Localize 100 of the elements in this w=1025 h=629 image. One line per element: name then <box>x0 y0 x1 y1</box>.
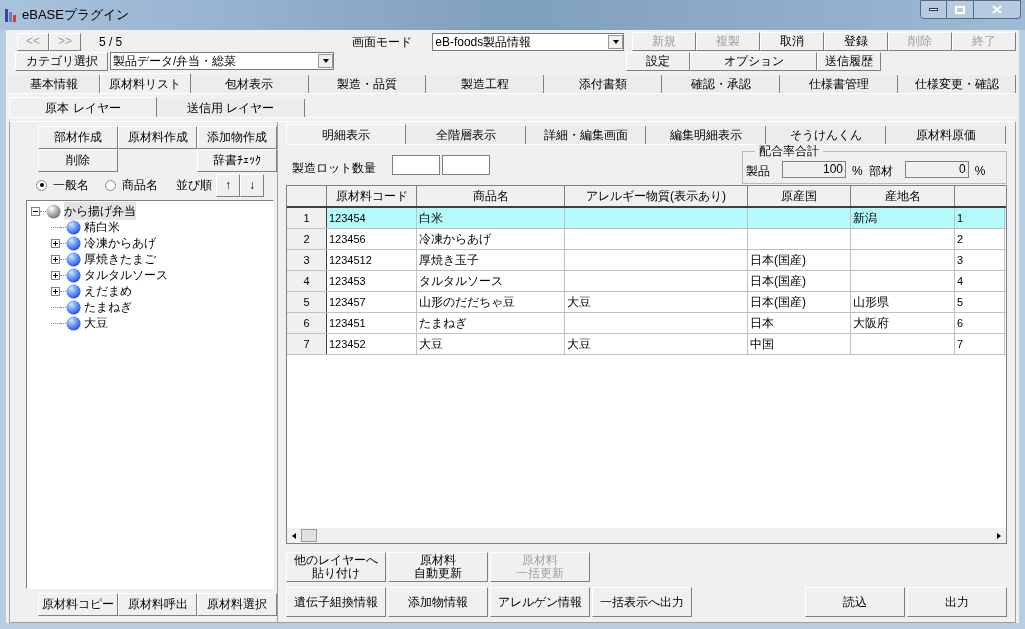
table-row[interactable]: 7 123452 大豆 大豆 中国 7 <box>287 334 1006 355</box>
sphere-icon <box>46 203 61 219</box>
sort-down-button[interactable]: ↓ <box>240 173 264 197</box>
table-cell: 1 <box>955 208 1005 228</box>
button[interactable]: 添加物作成 <box>197 126 277 149</box>
column-header[interactable]: 原産国 <box>748 186 851 206</box>
table-row[interactable]: 5 123457 山形のだだちゃ豆 大豆 日本(国産) 山形県 5 <box>287 292 1006 313</box>
maximize-button[interactable] <box>947 0 974 19</box>
tab[interactable]: 仕様書管理 <box>780 75 899 93</box>
tab[interactable]: 仕様変更・確認 <box>898 75 1016 93</box>
button[interactable]: 原材料作成 <box>117 126 198 149</box>
table-cell: 大阪府 <box>851 313 955 333</box>
tree-item[interactable]: 厚焼きたまご <box>84 250 156 268</box>
mode-dropdown[interactable]: eB-foods製品情報 <box>432 32 624 51</box>
tree-item[interactable]: 精白米 <box>84 218 120 236</box>
table-cell: たまねぎ <box>417 313 565 333</box>
button[interactable]: 読込 <box>805 587 905 617</box>
toolbar-button[interactable]: 設定 <box>626 51 690 71</box>
tab[interactable]: そうけんくん <box>766 126 886 144</box>
button[interactable]: アレルゲン情報 <box>490 587 590 617</box>
tab[interactable]: 製造工程 <box>426 75 545 93</box>
table-row[interactable]: 2 123456 冷凍からあげ 2 <box>287 229 1006 250</box>
table-row[interactable]: 3 1234512 厚焼き玉子 日本(国産) 3 <box>287 250 1006 271</box>
column-header[interactable]: 産地名 <box>851 186 955 206</box>
table-cell: 4 <box>955 271 1005 291</box>
expand-icon[interactable] <box>51 254 60 264</box>
table-cell: 7 <box>955 334 1005 354</box>
column-header[interactable]: 原材料コード <box>327 186 417 206</box>
expand-icon[interactable] <box>51 270 60 280</box>
tab[interactable]: 原材料リスト <box>99 73 191 93</box>
row-header: 6 <box>287 313 327 333</box>
sort-up-button[interactable]: ↑ <box>216 173 240 197</box>
minimize-button[interactable] <box>920 0 947 19</box>
sort-label: 並び順 <box>176 177 212 194</box>
tab[interactable]: 原本 レイヤー <box>9 97 157 117</box>
caret-icon <box>611 37 620 46</box>
button[interactable]: 一括表示へ出力 <box>592 587 692 617</box>
button[interactable]: 原材料選択 <box>197 593 277 616</box>
tree-item[interactable]: 大豆 <box>84 314 108 332</box>
tab[interactable]: 送信用 レイヤー <box>157 99 305 117</box>
tab[interactable]: 明細表示 <box>286 124 406 144</box>
radio-option[interactable]: 商品名 <box>105 176 158 194</box>
tab[interactable]: 製造・品質 <box>308 75 427 93</box>
column-header[interactable]: 商品名 <box>417 186 565 206</box>
tab[interactable]: 編集明細表示 <box>646 126 766 144</box>
tab[interactable]: 包材表示 <box>190 75 309 93</box>
arrow-left-icon <box>290 531 298 540</box>
row-header: 3 <box>287 250 327 270</box>
tab[interactable]: 詳細・編集画面 <box>526 126 646 144</box>
button[interactable]: 添加物情報 <box>388 587 488 617</box>
tab[interactable]: 基本情報 <box>9 75 100 93</box>
tab[interactable]: 原材料原価 <box>886 126 1006 144</box>
button[interactable]: 部材作成 <box>38 126 118 149</box>
radio-button[interactable] <box>105 179 116 191</box>
button[interactable]: 出力 <box>907 587 1007 617</box>
tree-item[interactable]: 冷凍からあげ <box>84 234 156 252</box>
toolbar-button[interactable]: 登録 <box>824 32 888 51</box>
tree-item[interactable]: タルタルソース <box>84 266 168 284</box>
button[interactable]: 遺伝子組換情報 <box>286 587 386 617</box>
button[interactable]: 原材料コピー <box>38 593 118 616</box>
toolbar-button[interactable]: オプション <box>690 51 817 71</box>
button[interactable]: 原材料呼出 <box>117 593 198 616</box>
table-cell: 123454 <box>327 208 417 228</box>
table-cell: 5 <box>955 292 1005 312</box>
toolbar-button[interactable]: 送信履歴 <box>817 51 881 71</box>
column-header[interactable]: アレルギー物質(表示あり) <box>565 186 748 206</box>
lot-input[interactable] <box>392 155 440 175</box>
toolbar-button[interactable]: 取消 <box>760 32 824 51</box>
scroll-thumb[interactable] <box>301 529 317 542</box>
lot-input[interactable] <box>442 155 490 175</box>
tree-item[interactable]: たまねぎ <box>84 298 132 316</box>
table-row[interactable]: 1 123454 白米 新潟 1 <box>287 208 1006 229</box>
horizontal-scrollbar[interactable] <box>287 528 1006 543</box>
dropdown-button[interactable] <box>608 34 623 49</box>
table-cell: 大豆 <box>565 334 748 354</box>
tab[interactable]: 全階層表示 <box>406 126 526 144</box>
button[interactable]: 辞書ﾁｪｯｸ <box>197 149 277 172</box>
close-button[interactable] <box>974 0 1021 19</box>
table-cell: 中国 <box>748 334 851 354</box>
expand-icon[interactable] <box>51 286 60 296</box>
category-dropdown[interactable]: 製品データ/弁当・総菜 <box>110 52 334 70</box>
dropdown-button[interactable] <box>318 54 333 68</box>
table-row[interactable]: 4 123453 タルタルソース 日本(国産) 4 <box>287 271 1006 292</box>
button[interactable]: 削除 <box>38 149 118 172</box>
product-ratio-field: 100 <box>782 161 846 178</box>
table-cell: 123456 <box>327 229 417 249</box>
tab[interactable]: 添付書類 <box>544 75 663 93</box>
product-label: 製品 <box>746 162 770 180</box>
category-button[interactable]: カテゴリ選択 <box>15 51 108 71</box>
expand-icon[interactable] <box>51 238 60 248</box>
tree-item[interactable]: えだまめ <box>84 282 132 300</box>
radio-option[interactable]: 一般名 <box>36 176 89 194</box>
collapse-icon[interactable] <box>31 206 40 216</box>
table-row[interactable]: 6 123451 たまねぎ 日本 大阪府 6 <box>287 313 1006 334</box>
button[interactable]: 他のレイヤーへ 貼り付け <box>286 552 386 582</box>
tree-item[interactable]: から揚げ弁当 <box>64 202 136 220</box>
tab[interactable]: 確認・承認 <box>662 75 781 93</box>
button[interactable]: 原材料 自動更新 <box>388 552 488 582</box>
part-label: 部材 <box>868 162 893 180</box>
radio-button[interactable] <box>36 179 47 191</box>
